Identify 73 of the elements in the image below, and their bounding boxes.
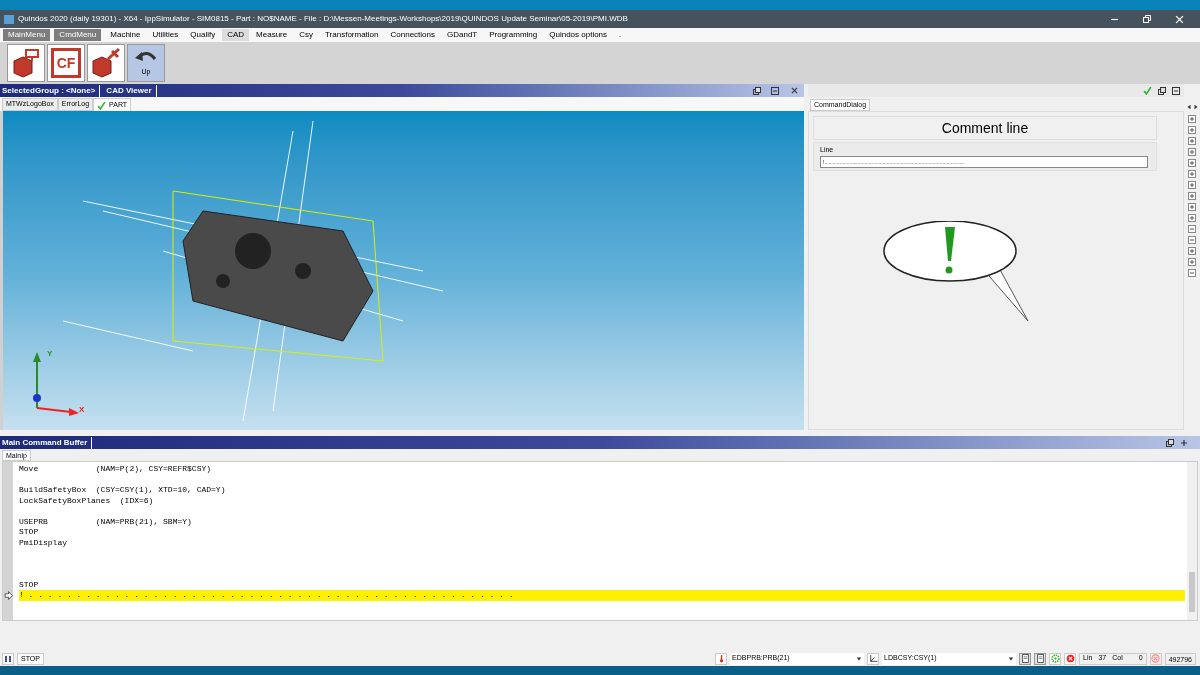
check-icon [97,100,107,110]
menu-item[interactable]: CAD [222,29,250,41]
float-icon[interactable] [1158,86,1166,95]
code-line: STOP [19,527,39,538]
menu-button[interactable]: MainMenu [3,29,51,41]
caret-icon [856,655,863,662]
menu-item[interactable]: Connections [385,29,440,41]
toolbar-button[interactable] [7,44,45,82]
pause-icon [4,654,12,663]
menu-item[interactable]: Quindos options [544,29,613,41]
close-icon[interactable] [791,87,798,94]
collapse-icon[interactable] [1188,236,1196,244]
menu-item[interactable]: Transformation [320,29,384,41]
expand-icon[interactable] [1188,126,1196,134]
expand-icon[interactable] [1188,170,1196,178]
panel-title: SelectedGroup : <None> [2,84,101,97]
code-line: USEPRB (NAM=PRB(21), SBM=Y) [19,516,192,527]
collapse-icon[interactable] [1188,269,1196,277]
code-line: STOP [19,579,39,590]
axis-label: X [79,404,85,416]
menu-item[interactable]: . [614,29,627,41]
document-button[interactable] [1034,652,1047,665]
check-icon [1143,86,1152,95]
document-icon [1035,654,1045,663]
expand-icon[interactable] [1188,137,1196,145]
cancel-button[interactable] [1064,652,1077,665]
code-line: BuildSafetyBox (CSY=CSY(1), XTD=10, CAD=Y) [19,485,226,496]
menu-item[interactable]: GDandT [442,29,483,41]
menu-item[interactable]: Measure [251,29,293,41]
float-icon[interactable] [753,86,761,95]
collapse-icon[interactable] [1188,225,1196,233]
code-line: Move (NAM=P(2), CSY=REFR$CSY) [19,464,212,475]
menu-item[interactable]: Machine [105,29,146,41]
panel-title: CAD Viewer [106,84,157,97]
expand-icon[interactable] [1188,192,1196,200]
float-icon[interactable] [1166,438,1174,447]
cube-with-box-icon [10,47,42,79]
window-title: Quindos 2020 (daily 19301) - X64 - IppSimulator - SIM0815 - Part : NO$NAME - File : D:\Messen-Meetings-Workshops\2019\QUINDOS Update Seminar\05-2019\PMI.WDB [18,13,628,25]
expand-icon[interactable] [1188,159,1196,167]
gear-icon [1050,654,1060,663]
minimize-icon[interactable] [1172,86,1180,95]
menu-item[interactable]: Csy [294,29,318,41]
expand-icon[interactable] [1188,203,1196,211]
dialog-title: Comment line [813,116,1157,140]
menu-item[interactable]: Programming [484,29,543,41]
menu-button[interactable]: CmdMenu [54,29,102,41]
app-icon [4,14,14,24]
toolbar-button[interactable] [87,44,125,82]
expand-icon[interactable] [1188,258,1196,266]
panel-title: Main Command Buffer [2,436,93,449]
add-icon[interactable] [1180,438,1188,447]
pause-button[interactable] [2,652,14,665]
cancel-icon [1065,654,1075,663]
expand-icon[interactable] [1188,181,1196,189]
axis-label: Y [47,348,53,360]
cube-with-caliper-icon [90,47,122,79]
scroll-right-icon[interactable] [1192,104,1199,110]
menu-item[interactable]: Qualify [185,29,221,41]
minimize-icon[interactable] [771,86,779,95]
document-icon [1020,654,1030,663]
expand-icon[interactable] [1188,115,1196,123]
expand-icon[interactable] [1188,214,1196,222]
document-search-button[interactable] [1019,652,1032,665]
error-icon [1151,654,1161,663]
expand-icon[interactable] [1188,247,1196,255]
axes-icon [868,654,878,663]
code-line: LockSafetyBoxPlanes (IDX=6) [19,495,154,506]
code-line: PmiDisplay [19,537,67,548]
caret-icon [1008,655,1015,662]
expand-icon[interactable] [1188,148,1196,156]
scroll-left-icon[interactable] [1185,104,1192,110]
menu-item[interactable]: Utilities [147,29,184,41]
restore-icon[interactable] [1143,15,1151,23]
